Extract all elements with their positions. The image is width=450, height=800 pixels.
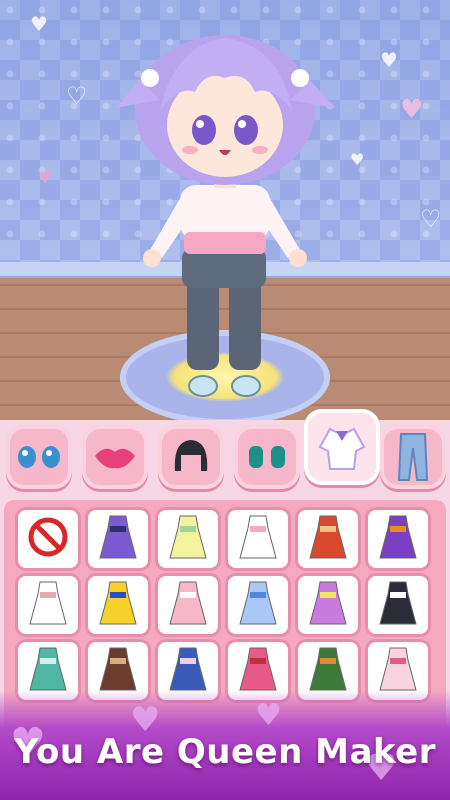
item-slot[interactable] [158, 510, 218, 568]
item-slot[interactable] [368, 510, 428, 568]
dress-top-icon [318, 427, 366, 470]
yellow-gown-icon [166, 512, 210, 566]
hair-icon [174, 440, 208, 471]
item-slot[interactable] [298, 576, 358, 634]
none-icon [26, 515, 70, 563]
purple-gothic-dress-icon [96, 512, 140, 566]
eyes-icon [18, 446, 60, 468]
tab-tops[interactable] [304, 409, 380, 485]
tab-hair[interactable] [158, 425, 224, 489]
pink-jacket-icon [166, 578, 210, 632]
tab-eyes[interactable] [6, 425, 72, 489]
red-folk-dress-icon [306, 512, 350, 566]
item-slot[interactable] [228, 576, 288, 634]
item-slot[interactable] [18, 510, 78, 568]
tab-pants[interactable] [380, 425, 446, 489]
item-slot[interactable] [368, 576, 428, 634]
blue-ballgown-icon [236, 578, 280, 632]
jeans-icon [397, 433, 429, 481]
shoes-icon [249, 446, 285, 468]
item-slot[interactable] [228, 510, 288, 568]
item-slot[interactable] [298, 510, 358, 568]
item-slot[interactable] [158, 576, 218, 634]
dressup-scene: ♥ ♡ ♥ ♥ ♡ ♥ ♥ [0, 0, 450, 420]
purple-yellow-gown-icon [306, 578, 350, 632]
banner-title: You Are Queen Maker [14, 732, 436, 772]
black-white-dress-icon [376, 578, 420, 632]
tab-lips[interactable] [82, 425, 148, 489]
heart-icon: ♥ [255, 698, 282, 733]
white-pink-sweater-icon [236, 512, 280, 566]
purple-orange-gown-icon [376, 512, 420, 566]
item-slot[interactable] [88, 510, 148, 568]
chibi-character[interactable] [0, 0, 450, 420]
item-slot[interactable] [18, 576, 78, 634]
white-jacket-icon [26, 578, 70, 632]
item-slot[interactable] [88, 576, 148, 634]
snow-white-dress-icon [96, 578, 140, 632]
tab-shoes[interactable] [234, 425, 300, 489]
lips-icon [95, 448, 135, 469]
category-tab-bar [0, 395, 450, 495]
